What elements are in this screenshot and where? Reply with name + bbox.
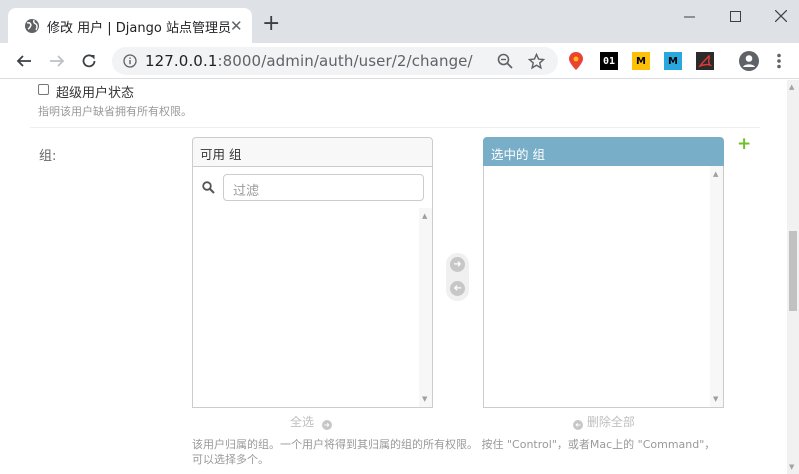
superuser-label: 超级用户状态	[56, 86, 135, 101]
pdf-icon	[698, 54, 712, 68]
scroll-up-icon[interactable]: ▲	[422, 212, 427, 220]
ext-m-blue[interactable]: M	[664, 52, 682, 70]
minimize-icon	[683, 16, 695, 17]
forward-button[interactable]	[45, 49, 69, 73]
ext-m-yellow[interactable]: M	[632, 52, 650, 70]
browser-toolbar: 127.0.0.1:8000/admin/auth/user/2/change/…	[0, 43, 799, 79]
available-list-scrollbar[interactable]: ▲ ▼	[419, 208, 432, 407]
browser-tab[interactable]: 修改 用户 | Django 站点管理员 ✕	[8, 8, 252, 43]
scroll-down-icon[interactable]: ▼	[713, 395, 718, 403]
chosen-list-scrollbar[interactable]: ▲ ▼	[710, 166, 723, 407]
arrow-left-circle-icon: ➜	[573, 420, 583, 430]
remove-all-button[interactable]: ➜ 删除全部	[573, 413, 635, 430]
ext-pdf[interactable]	[696, 52, 714, 70]
scroll-down-icon[interactable]: ▼	[422, 395, 427, 403]
scroll-up-icon[interactable]: ▲	[713, 170, 718, 178]
scroll-down-icon[interactable]: ▼	[789, 463, 794, 471]
groups-label: 组:	[39, 149, 57, 164]
arrow-right-circle-icon: ➜	[321, 420, 332, 430]
page-scrollbar[interactable]: ▲ ▼	[787, 80, 799, 474]
account-icon	[739, 51, 759, 71]
zoom-out-icon	[497, 53, 513, 69]
star-icon	[527, 52, 545, 69]
close-icon	[775, 10, 787, 22]
reload-icon	[82, 54, 96, 68]
maximize-button[interactable]	[712, 0, 758, 32]
available-groups-panel: 可用 组 过滤	[192, 137, 433, 209]
info-icon[interactable]	[123, 54, 137, 68]
field-divider	[30, 127, 760, 128]
arrow-right-icon	[50, 55, 65, 67]
available-groups-title: 可用 组	[200, 147, 242, 162]
close-window-button[interactable]	[758, 0, 799, 32]
maximize-icon	[729, 10, 741, 22]
ext-maps-pin[interactable]	[567, 52, 585, 70]
add-group-button[interactable]: +	[737, 134, 751, 154]
globe-icon	[25, 19, 39, 33]
remove-selected-button[interactable]: ➜	[450, 281, 465, 296]
zoom-button[interactable]	[496, 52, 514, 70]
address-bar[interactable]: 127.0.0.1:8000/admin/auth/user/2/change/	[112, 47, 558, 75]
tab-title: 修改 用户 | Django 站点管理员	[47, 21, 231, 36]
chosen-groups-title: 选中的 组	[491, 147, 545, 162]
tab-close-icon[interactable]: ✕	[230, 17, 243, 35]
remove-all-label: 删除全部	[586, 415, 635, 429]
filter-input[interactable]: 过滤	[223, 174, 424, 201]
reload-button[interactable]	[77, 49, 101, 73]
groups-help-line1: 该用户归属的组。一个用户将得到其归属的组的所有权限。 按住 "Control"，…	[192, 438, 716, 451]
arrow-left-icon	[16, 55, 31, 67]
filter-row: 过滤	[193, 166, 432, 209]
ext-01[interactable]: 01	[600, 52, 618, 70]
url-host: 127.0.0.1	[145, 52, 218, 70]
scroll-up-icon[interactable]: ▲	[789, 83, 794, 91]
profile-button[interactable]	[737, 49, 761, 73]
chosen-groups-list[interactable]: ▲ ▼	[483, 166, 724, 408]
url-text: 127.0.0.1:8000/admin/auth/user/2/change/	[145, 52, 473, 70]
superuser-help: 指明该用户缺省拥有所有权限。	[38, 105, 192, 118]
url-path: :8000/admin/auth/user/2/change/	[217, 52, 473, 70]
minimize-button[interactable]	[666, 0, 712, 32]
choose-all-label: 全选	[290, 415, 315, 429]
scroll-thumb[interactable]	[789, 231, 797, 311]
new-tab-button[interactable]: +	[262, 13, 280, 35]
selector-move-buttons: ➜ ➜	[446, 253, 469, 301]
tab-strip: 修改 用户 | Django 站点管理员 ✕ +	[0, 0, 799, 43]
groups-help-line2: 可以选择多个。	[192, 453, 269, 466]
choose-all-button[interactable]: 全选 ➜	[290, 413, 332, 430]
search-icon	[202, 181, 215, 194]
menu-button[interactable]	[767, 49, 791, 73]
map-pin-icon	[569, 52, 583, 70]
more-vert-icon	[777, 53, 781, 69]
superuser-checkbox[interactable]	[38, 84, 49, 95]
back-button[interactable]	[12, 49, 36, 73]
page-content: 超级用户状态 指明该用户缺省拥有所有权限。 组: 可用 组 过滤 ▲ ▼ ➜ ➜…	[0, 80, 787, 474]
bookmark-button[interactable]	[527, 52, 545, 70]
available-groups-list[interactable]: ▲ ▼	[192, 208, 433, 408]
add-selected-button[interactable]: ➜	[450, 257, 465, 272]
chosen-groups-header: 选中的 组	[483, 137, 724, 166]
